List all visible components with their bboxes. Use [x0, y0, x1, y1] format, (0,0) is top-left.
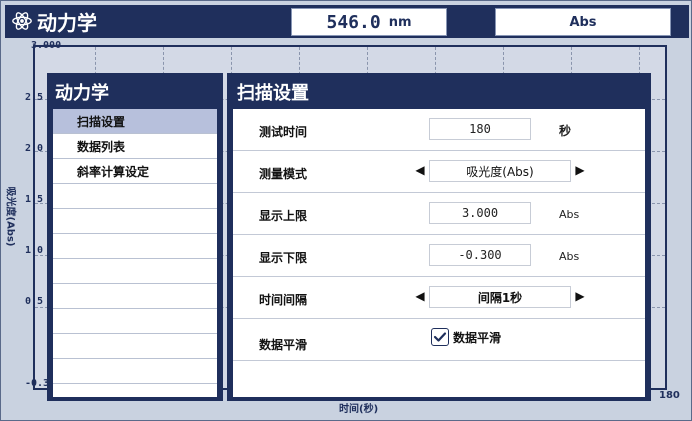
triangle-right-icon[interactable]: ▶ — [573, 161, 587, 179]
lower-limit-label: 显示下限 — [259, 251, 308, 265]
lower-limit-input[interactable]: -0.300 — [429, 244, 531, 266]
measurement-mode-display[interactable]: Abs — [495, 8, 671, 36]
menu-item-empty — [53, 259, 217, 284]
atom-icon — [12, 12, 32, 30]
upper-limit-input[interactable]: 3.000 — [429, 202, 531, 224]
app-title-text: 动力学 — [37, 10, 97, 35]
triangle-left-icon[interactable]: ◀ — [413, 161, 427, 179]
measure-mode-label: 测量模式 — [259, 167, 308, 181]
smoothing-checkbox-group[interactable]: 数据平滑 — [431, 328, 501, 346]
menu-item-empty — [53, 309, 217, 334]
menu-item-empty — [53, 209, 217, 234]
y-tick-label: 2.0 — [25, 143, 44, 154]
wavelength-value: 546.0 — [326, 11, 381, 33]
test-time-label: 测试时间 — [259, 125, 308, 139]
settings-body: 测试时间 180 秒 测量模式 ◀ 吸光度(Abs) ▶ 显示上限 3.000 … — [233, 109, 645, 397]
menu-item-empty — [53, 334, 217, 359]
test-time-unit: 秒 — [559, 124, 572, 138]
mode-value: Abs — [569, 14, 597, 30]
measure-mode-select[interactable]: 吸光度(Abs) — [429, 160, 571, 182]
row-test-time: 测试时间 180 秒 — [233, 109, 645, 151]
x-axis-label: 时间(秒) — [339, 404, 379, 415]
title-bar: 动力学 546.0 nm Abs — [5, 5, 689, 38]
settings-panel: 扫描设置 测试时间 180 秒 测量模式 ◀ 吸光度(Abs) ▶ 显示上限 3… — [227, 73, 651, 401]
menu-item-data-list[interactable]: 数据列表 — [53, 134, 217, 159]
time-interval-select[interactable]: 间隔1秒 — [429, 286, 571, 308]
wavelength-display[interactable]: 546.0 nm — [291, 8, 447, 36]
check-icon — [433, 332, 447, 342]
settings-panel-title: 扫描设置 — [237, 83, 309, 104]
test-time-input[interactable]: 180 — [429, 118, 531, 140]
row-smoothing: 数据平滑 数据平滑 — [233, 319, 645, 361]
row-time-interval: 时间间隔 ◀ 间隔1秒 ▶ — [233, 277, 645, 319]
wavelength-unit: nm — [388, 14, 412, 30]
y-axis-label-text: 吸光度(Abs) — [4, 186, 16, 246]
y-axis-label: 吸光度(Abs) — [3, 176, 21, 256]
y-tick-label: -0.3 — [25, 378, 50, 389]
smoothing-label: 数据平滑 — [259, 338, 308, 352]
menu-item-slope-settings[interactable]: 斜率计算设定 — [53, 159, 217, 184]
time-interval-label: 时间间隔 — [259, 293, 308, 307]
menu-item-empty — [53, 284, 217, 309]
row-lower-limit: 显示下限 -0.300 Abs — [233, 235, 645, 277]
smoothing-checkbox-label: 数据平滑 — [453, 330, 502, 345]
app-title: 动力学 — [11, 8, 97, 35]
row-measure-mode: 测量模式 ◀ 吸光度(Abs) ▶ — [233, 151, 645, 193]
menu-list: 扫描设置 数据列表 斜率计算设定 — [53, 109, 217, 397]
y-tick-label: 2.5 — [25, 92, 44, 103]
menu-item-empty — [53, 234, 217, 259]
app-window: 动力学 546.0 nm Abs 3.000 2.5 2.0 1.5 1.0 0… — [0, 0, 692, 421]
menu-panel: 动力学 扫描设置 数据列表 斜率计算设定 — [47, 73, 223, 401]
triangle-left-icon[interactable]: ◀ — [413, 287, 427, 305]
upper-limit-unit: Abs — [559, 208, 580, 221]
menu-panel-title: 动力学 — [55, 83, 109, 104]
triangle-right-icon[interactable]: ▶ — [573, 287, 587, 305]
menu-item-empty — [53, 184, 217, 209]
menu-item-empty — [53, 359, 217, 384]
lower-limit-unit: Abs — [559, 250, 580, 263]
y-tick-label: 1.0 — [25, 245, 44, 256]
menu-item-scan-settings[interactable]: 扫描设置 — [53, 109, 217, 134]
y-tick-label: 1.5 — [25, 194, 44, 205]
y-tick-label: 3.000 — [31, 40, 62, 51]
row-upper-limit: 显示上限 3.000 Abs — [233, 193, 645, 235]
upper-limit-label: 显示上限 — [259, 209, 308, 223]
smoothing-checkbox[interactable] — [431, 328, 449, 346]
y-tick-label: 0.5 — [25, 296, 44, 307]
x-axis-max-label: 180 — [659, 390, 680, 401]
